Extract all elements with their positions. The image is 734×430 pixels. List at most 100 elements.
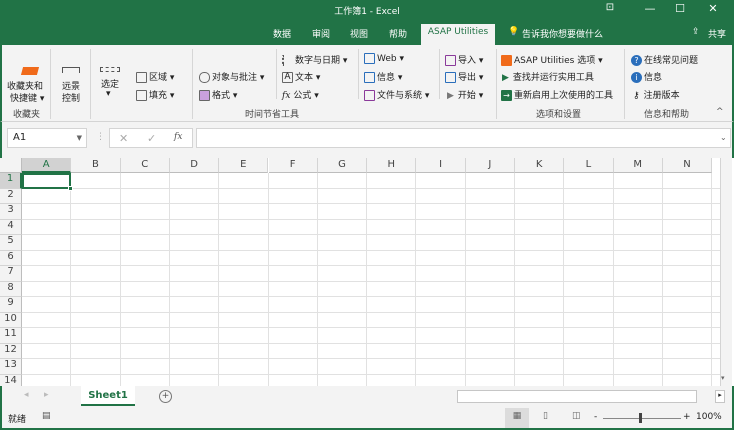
share-button[interactable]: 共享 bbox=[708, 27, 726, 40]
formula-input[interactable] bbox=[196, 128, 731, 148]
collapse-ribbon-button[interactable]: ^ bbox=[716, 107, 724, 117]
row-header[interactable]: 5 bbox=[0, 235, 22, 251]
scroll-left-icon[interactable]: ◂ bbox=[24, 390, 29, 400]
column-header[interactable]: B bbox=[71, 158, 121, 173]
export-button[interactable]: 导出 ▾ bbox=[445, 70, 483, 83]
files-label: 文件与系统 ▾ bbox=[377, 91, 430, 101]
enter-icon[interactable]: ✓ bbox=[147, 132, 156, 145]
web-button[interactable]: Web ▾ bbox=[364, 53, 404, 64]
tab-help[interactable]: 帮助 bbox=[389, 27, 407, 40]
restart-last-button[interactable]: → 重新启用上次使用的工具 bbox=[501, 88, 613, 101]
column-header[interactable]: M bbox=[613, 158, 663, 173]
cancel-icon[interactable]: ✕ bbox=[119, 132, 128, 145]
page-break-icon[interactable]: ◫ bbox=[572, 411, 581, 421]
column-header[interactable]: A bbox=[22, 158, 72, 173]
close-button[interactable]: ✕ bbox=[698, 2, 728, 15]
find-run-button[interactable]: ▶ 查找并运行实用工具 bbox=[502, 70, 594, 83]
maximize-button[interactable]: ☐ bbox=[665, 2, 695, 15]
row-header[interactable]: 11 bbox=[0, 328, 22, 344]
objects-button[interactable]: 对象与批注 ▾ bbox=[199, 70, 264, 83]
favorites-dropdown[interactable]: 快捷键 ▾ bbox=[10, 91, 44, 104]
column-header[interactable]: H bbox=[367, 158, 417, 173]
column-header[interactable]: F bbox=[268, 158, 318, 173]
import-button[interactable]: 导入 ▾ bbox=[445, 53, 483, 66]
row-header[interactable]: 2 bbox=[0, 188, 22, 204]
row-header[interactable]: 3 bbox=[0, 204, 22, 220]
page-layout-icon[interactable]: ▯ bbox=[543, 411, 548, 421]
faq-button[interactable]: ? 在线常见问题 bbox=[631, 53, 698, 66]
minimize-button[interactable]: — bbox=[635, 2, 665, 15]
tab-review[interactable]: 审阅 bbox=[312, 27, 330, 40]
fill-button[interactable]: 填充 ▾ bbox=[136, 88, 174, 101]
row-header[interactable]: 6 bbox=[0, 250, 22, 266]
zoom-out-button[interactable]: - bbox=[594, 412, 597, 422]
row-header[interactable]: 13 bbox=[0, 359, 22, 375]
info2-button[interactable]: i 信息 bbox=[631, 70, 662, 83]
horizontal-scrollbar[interactable] bbox=[457, 390, 697, 403]
column-header[interactable]: N bbox=[662, 158, 713, 173]
arrow-right-icon: → bbox=[501, 90, 512, 101]
scroll-right-arrow[interactable]: ▸ bbox=[715, 390, 725, 403]
row-header[interactable]: 8 bbox=[0, 281, 22, 297]
zoom-slider[interactable] bbox=[603, 418, 681, 419]
column-header[interactable]: C bbox=[120, 158, 170, 173]
remote-label2[interactable]: 控制 bbox=[62, 91, 80, 104]
macro-record-icon[interactable]: ▤ bbox=[42, 411, 51, 421]
numbers-label: 数字与日期 ▾ bbox=[295, 56, 348, 66]
worksheet-grid[interactable]: A B C D E F G H I J K L M N 1 2 3 4 5 6 7 8 9 10 11 12 13 14 ▾ bbox=[0, 158, 734, 390]
question-icon: ? bbox=[631, 55, 642, 66]
fill-icon bbox=[136, 90, 147, 101]
column-header[interactable]: G bbox=[317, 158, 368, 173]
find-run-label: 查找并运行实用工具 bbox=[512, 73, 594, 83]
column-gridline bbox=[168, 173, 170, 386]
column-header[interactable]: L bbox=[564, 158, 614, 173]
scroll-right-icon[interactable]: ▸ bbox=[44, 390, 49, 400]
zoom-level[interactable]: 100% bbox=[696, 412, 722, 422]
row-header[interactable]: 7 bbox=[0, 266, 22, 282]
name-box[interactable]: A1 ▼ bbox=[7, 128, 87, 148]
expand-formula-icon[interactable]: ⌄ bbox=[720, 133, 727, 142]
format-button[interactable]: 格式 ▾ bbox=[199, 88, 237, 101]
vertical-scrollbar[interactable] bbox=[720, 158, 732, 386]
select-icon bbox=[100, 67, 120, 72]
select-dropdown[interactable]: ▾ bbox=[106, 89, 111, 99]
sheet-tab-sheet1[interactable]: Sheet1 bbox=[81, 386, 135, 406]
row-header[interactable]: 9 bbox=[0, 297, 22, 313]
asap-options-button[interactable]: ASAP Utilities 选项 ▾ bbox=[501, 53, 603, 66]
register-button[interactable]: ⚷ 注册版本 bbox=[633, 88, 680, 101]
column-header[interactable]: I bbox=[416, 158, 466, 173]
column-header[interactable]: J bbox=[465, 158, 515, 173]
normal-view-icon[interactable]: ▦ bbox=[505, 408, 529, 428]
lightbulb-icon: 💡 bbox=[508, 27, 520, 37]
zoom-slider-thumb[interactable] bbox=[639, 413, 642, 423]
ribbon-display-button[interactable]: ⊡ bbox=[595, 2, 625, 13]
fill-handle[interactable] bbox=[68, 185, 74, 191]
insert-function-icon[interactable]: fx bbox=[174, 132, 182, 142]
row-header[interactable]: 4 bbox=[0, 219, 22, 235]
range-button[interactable]: 区域 ▾ bbox=[136, 70, 174, 83]
numbers-dates-button[interactable]: 数字与日期 ▾ bbox=[282, 53, 347, 66]
column-gridline bbox=[70, 173, 72, 386]
text-button[interactable]: A 文本 ▾ bbox=[282, 70, 320, 83]
scroll-down-arrow[interactable]: ▾ bbox=[721, 374, 725, 382]
select-all-button[interactable] bbox=[0, 158, 22, 173]
column-header[interactable]: K bbox=[515, 158, 565, 173]
row-header[interactable]: 10 bbox=[0, 312, 22, 328]
info-button[interactable]: 信息 ▾ bbox=[364, 70, 402, 83]
row-header[interactable]: 12 bbox=[0, 343, 22, 359]
row-header[interactable]: 1 bbox=[0, 173, 22, 189]
tab-view[interactable]: 视图 bbox=[350, 27, 368, 40]
active-cell-A1[interactable] bbox=[22, 173, 72, 189]
zoom-in-button[interactable]: + bbox=[683, 412, 691, 422]
column-header[interactable]: E bbox=[219, 158, 269, 173]
files-system-button[interactable]: 文件与系统 ▾ bbox=[364, 88, 429, 101]
tab-data[interactable]: 数据 bbox=[273, 27, 291, 40]
play-icon: ▶ bbox=[447, 91, 454, 101]
text-label: 文本 ▾ bbox=[295, 73, 321, 83]
start-button[interactable]: ▶ 开始 ▾ bbox=[447, 88, 483, 101]
formulas-button[interactable]: fx 公式 ▾ bbox=[282, 88, 319, 101]
column-header[interactable]: D bbox=[169, 158, 220, 173]
tell-me-search[interactable]: 告诉我你想要做什么 bbox=[522, 27, 603, 40]
tab-asap-utilities[interactable]: ASAP Utilities bbox=[421, 24, 495, 45]
add-sheet-button[interactable]: + bbox=[159, 390, 172, 403]
